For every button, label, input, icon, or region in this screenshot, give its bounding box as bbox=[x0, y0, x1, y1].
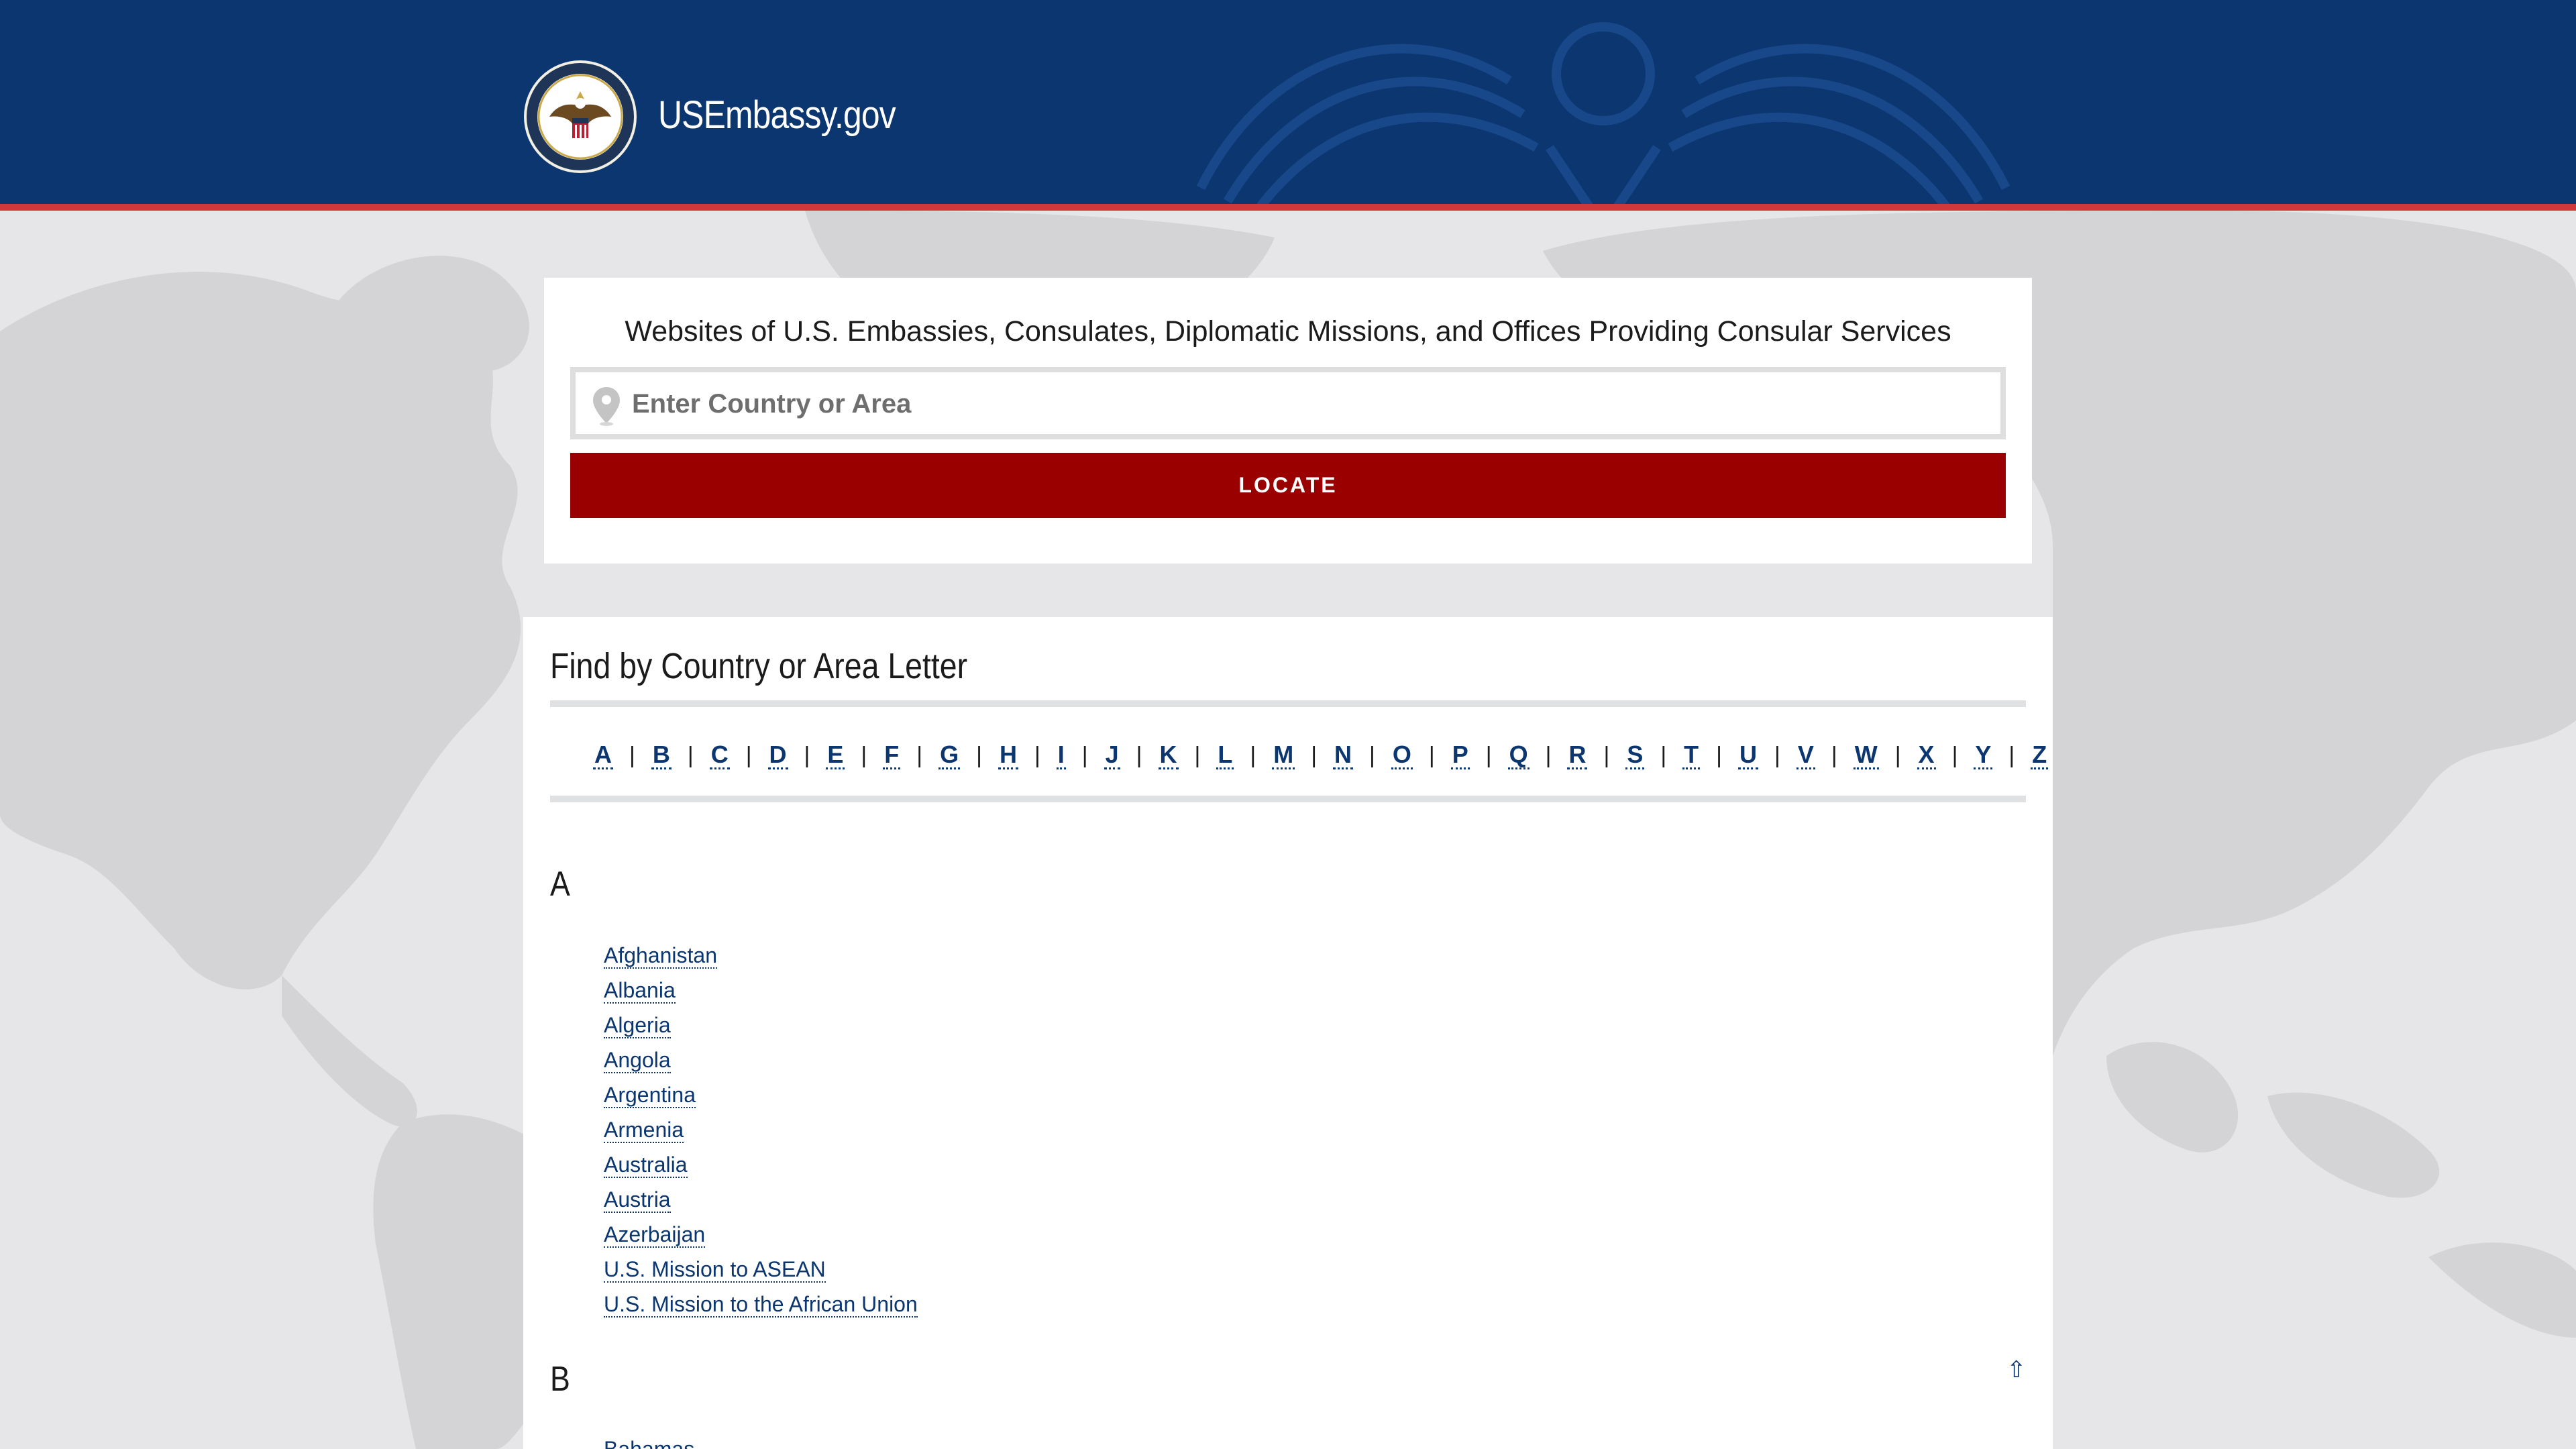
search-box[interactable] bbox=[570, 367, 2006, 439]
letter-link-k[interactable]: K bbox=[1158, 741, 1179, 769]
letter-link-s[interactable]: S bbox=[1625, 741, 1645, 769]
letter-link-j[interactable]: J bbox=[1104, 741, 1120, 769]
country-link[interactable]: Algeria bbox=[604, 1013, 671, 1038]
country-link[interactable]: Afghanistan bbox=[604, 943, 718, 969]
letter-link-q[interactable]: Q bbox=[1507, 741, 1529, 769]
country-directory: Find by Country or Area Letter A | B | C | … bbox=[523, 617, 2053, 1449]
directory-title: Find by Country or Area Letter bbox=[550, 646, 968, 686]
back-to-top-icon[interactable]: ⇧ bbox=[2007, 1356, 2027, 1383]
locate-button[interactable]: LOCATE bbox=[570, 453, 2006, 518]
letter-link-f[interactable]: F bbox=[883, 741, 901, 769]
letter-link-t[interactable]: T bbox=[1682, 741, 1701, 769]
search-card: Websites of U.S. Embassies, Consulates, … bbox=[544, 278, 2032, 564]
letter-link-w[interactable]: W bbox=[1853, 741, 1879, 769]
letter-link-i[interactable]: I bbox=[1056, 741, 1066, 769]
letter-link-a[interactable]: A bbox=[593, 741, 613, 769]
letter-link-p[interactable]: P bbox=[1450, 741, 1470, 769]
letter-link-l[interactable]: L bbox=[1216, 741, 1234, 769]
divider bbox=[550, 700, 2026, 707]
letter-link-d[interactable]: D bbox=[767, 741, 788, 769]
list-item: Argentina bbox=[604, 1077, 918, 1112]
letter-link-o[interactable]: O bbox=[1391, 741, 1413, 769]
country-link[interactable]: Bahamas bbox=[604, 1437, 694, 1449]
country-list-a: Afghanistan Albania Algeria Angola Argen… bbox=[604, 938, 918, 1322]
list-item: U.S. Mission to ASEAN bbox=[604, 1252, 918, 1287]
letter-link-b[interactable]: B bbox=[651, 741, 672, 769]
letter-link-r[interactable]: R bbox=[1567, 741, 1588, 769]
list-item: Algeria bbox=[604, 1008, 918, 1042]
site-title[interactable]: USEmbassy.gov bbox=[658, 93, 896, 138]
divider bbox=[550, 796, 2026, 802]
eagle-watermark-icon bbox=[1196, 22, 2010, 204]
country-link[interactable]: Austria bbox=[604, 1187, 671, 1213]
list-item: Albania bbox=[604, 973, 918, 1008]
map-pin-icon bbox=[593, 387, 620, 426]
letter-link-y[interactable]: Y bbox=[1974, 741, 1993, 769]
letter-index: A | B | C | D | E | F | G | H | I | J | K | L | M | N… bbox=[593, 740, 2049, 769]
list-item: U.S. Mission to the African Union bbox=[604, 1287, 918, 1322]
list-item: Armenia bbox=[604, 1112, 918, 1147]
list-item: Afghanistan bbox=[604, 938, 918, 973]
letter-link-v[interactable]: V bbox=[1796, 741, 1815, 769]
letter-link-g[interactable]: G bbox=[938, 741, 961, 769]
country-link[interactable]: Albania bbox=[604, 978, 676, 1004]
letter-link-z[interactable]: Z bbox=[2031, 741, 2049, 769]
list-item: Austria bbox=[604, 1182, 918, 1217]
list-item: Azerbaijan bbox=[604, 1217, 918, 1252]
search-title: Websites of U.S. Embassies, Consulates, … bbox=[625, 315, 1951, 347]
letter-link-u[interactable]: U bbox=[1738, 741, 1759, 769]
list-item: Angola bbox=[604, 1042, 918, 1077]
letter-link-n[interactable]: N bbox=[1333, 741, 1354, 769]
country-link[interactable]: U.S. Mission to the African Union bbox=[604, 1292, 918, 1318]
letter-link-e[interactable]: E bbox=[826, 741, 845, 769]
country-link[interactable]: Azerbaijan bbox=[604, 1222, 706, 1248]
country-link[interactable]: Australia bbox=[604, 1152, 688, 1178]
country-link[interactable]: Armenia bbox=[604, 1118, 684, 1143]
state-department-seal-icon bbox=[524, 60, 637, 173]
letter-link-x[interactable]: X bbox=[1917, 741, 1936, 769]
country-link[interactable]: Argentina bbox=[604, 1083, 696, 1108]
letter-link-h[interactable]: H bbox=[998, 741, 1018, 769]
list-item: Australia bbox=[604, 1147, 918, 1182]
section-heading-a: A bbox=[550, 865, 570, 904]
letter-link-m[interactable]: M bbox=[1272, 741, 1295, 769]
country-link[interactable]: U.S. Mission to ASEAN bbox=[604, 1257, 826, 1283]
site-header: USEmbassy.gov bbox=[0, 0, 2576, 211]
section-heading-b: B bbox=[550, 1360, 570, 1399]
letter-link-c[interactable]: C bbox=[709, 741, 730, 769]
country-link[interactable]: Angola bbox=[604, 1048, 671, 1073]
country-search-input[interactable] bbox=[631, 372, 1995, 435]
